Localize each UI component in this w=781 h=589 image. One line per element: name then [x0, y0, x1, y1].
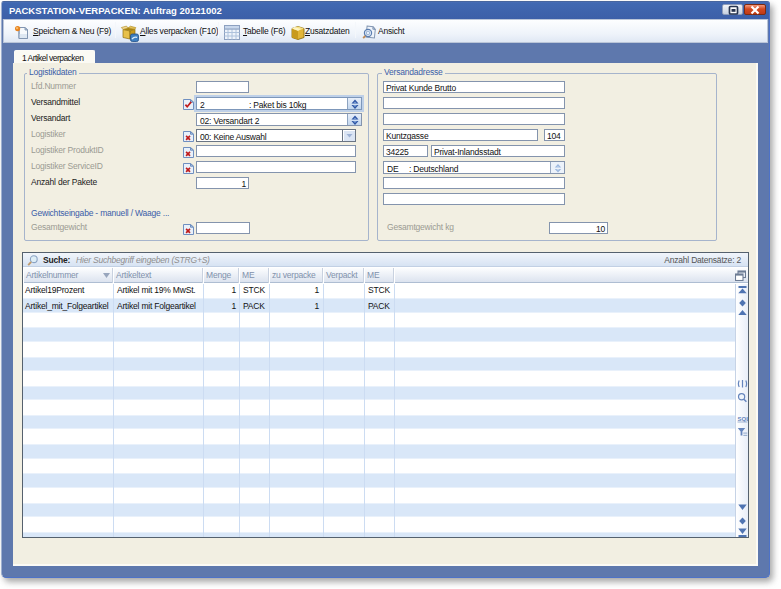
svg-text:SQL: SQL [738, 416, 749, 422]
